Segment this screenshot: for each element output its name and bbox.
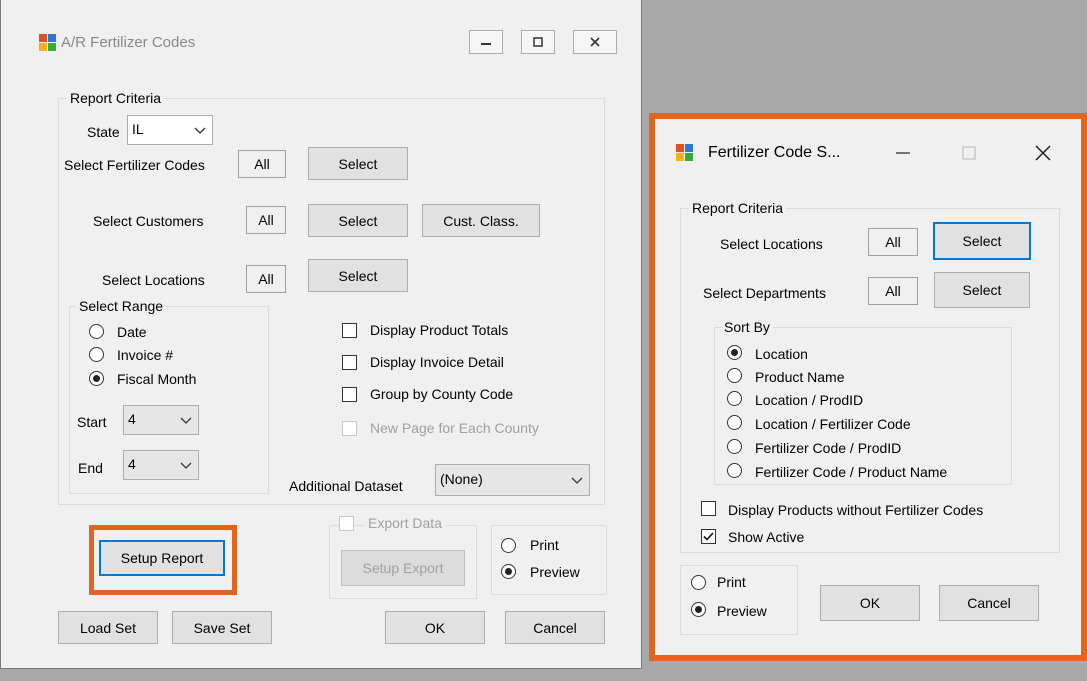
dialog-report-criteria-label: Report Criteria [689, 200, 787, 216]
dialog-locations-all-box: All [868, 228, 918, 256]
range-fiscal-month-radio[interactable] [89, 371, 104, 386]
sort-location-fert-code-label: Location / Fertilizer Code [755, 416, 911, 432]
sort-product-name-label: Product Name [755, 369, 845, 385]
minimize-button[interactable] [469, 30, 503, 54]
chevron-down-icon [180, 417, 192, 424]
app-icon [676, 144, 693, 161]
report-criteria-label: Report Criteria [67, 90, 165, 106]
main-ok-button[interactable]: OK [385, 611, 485, 644]
main-print-label: Print [530, 537, 559, 553]
fert-codes-all-box: All [238, 150, 286, 178]
sort-fert-code-prodid-label: Fertilizer Code / ProdID [755, 440, 902, 456]
fertilizer-code-dialog: Fertilizer Code S... Report Criteria Sel… [660, 122, 1076, 652]
locations-select-button[interactable]: Select [308, 259, 408, 292]
main-title: A/R Fertilizer Codes [61, 34, 196, 51]
state-label: State [87, 124, 120, 140]
dialog-ok-button[interactable]: OK [820, 585, 920, 621]
sort-product-name-radio[interactable] [727, 368, 742, 383]
maximize-icon [533, 37, 543, 47]
display-invoice-detail-label: Display Invoice Detail [370, 354, 504, 370]
dialog-locations-select-button[interactable]: Select [933, 222, 1031, 260]
sort-location-label: Location [755, 346, 808, 362]
checkmark-icon [703, 532, 714, 541]
sort-location-radio[interactable] [727, 345, 742, 360]
locations-all-box: All [246, 265, 286, 293]
main-preview-label: Preview [530, 564, 580, 580]
close-icon[interactable] [1034, 144, 1052, 162]
show-active-label: Show Active [728, 529, 805, 545]
dialog-select-locations-label: Select Locations [720, 236, 823, 252]
select-range-label: Select Range [76, 298, 167, 314]
select-locations-label: Select Locations [102, 272, 205, 288]
display-product-totals-checkbox[interactable] [342, 323, 357, 338]
fert-codes-select-button[interactable]: Select [308, 147, 408, 180]
sort-location-fert-code-radio[interactable] [727, 415, 742, 430]
close-icon [590, 37, 600, 47]
departments-select-button[interactable]: Select [934, 272, 1030, 308]
range-invoice-label: Invoice # [117, 347, 174, 363]
customers-select-button[interactable]: Select [308, 204, 408, 237]
main-title-bar[interactable]: A/R Fertilizer Codes [9, 22, 633, 58]
select-customers-label: Select Customers [93, 213, 204, 229]
main-preview-radio[interactable] [501, 564, 516, 579]
start-select[interactable]: 4 [123, 405, 199, 435]
main-window: A/R Fertilizer Codes Report Criteria Sta… [0, 0, 642, 669]
sort-fert-code-prodid-radio[interactable] [727, 439, 742, 454]
cust-class-button[interactable]: Cust. Class. [422, 204, 540, 237]
minimize-icon[interactable] [894, 144, 912, 162]
group-by-county-checkbox[interactable] [342, 387, 357, 402]
display-products-label: Display Products without Fertilizer Code… [728, 502, 984, 518]
range-date-label: Date [117, 324, 147, 340]
app-icon [39, 34, 56, 51]
dialog-preview-radio[interactable] [691, 602, 706, 617]
minimize-icon [481, 43, 491, 45]
additional-dataset-label: Additional Dataset [289, 478, 403, 494]
sort-location-prodid-label: Location / ProdID [755, 392, 864, 408]
end-select[interactable]: 4 [123, 450, 199, 480]
load-set-button[interactable]: Load Set [58, 611, 158, 644]
chevron-down-icon [571, 477, 583, 484]
customers-all-box: All [246, 206, 286, 234]
dialog-print-radio[interactable] [691, 575, 706, 590]
dialog-print-label: Print [717, 574, 746, 590]
new-page-county-label: New Page for Each County [370, 420, 539, 436]
show-active-checkbox[interactable] [701, 529, 716, 544]
new-page-county-checkbox[interactable] [342, 421, 357, 436]
export-data-checkbox[interactable] [339, 516, 354, 531]
departments-all-box: All [868, 277, 918, 305]
close-button[interactable] [573, 30, 617, 54]
display-products-checkbox[interactable] [701, 501, 716, 516]
sort-location-prodid-radio[interactable] [727, 391, 742, 406]
select-departments-label: Select Departments [703, 285, 826, 301]
main-print-radio[interactable] [501, 538, 516, 553]
setup-report-button[interactable]: Setup Report [99, 540, 225, 576]
chevron-down-icon [194, 127, 206, 134]
dialog-title: Fertilizer Code S... [708, 144, 841, 161]
group-by-county-label: Group by County Code [370, 386, 514, 402]
additional-dataset-select[interactable]: (None) [435, 464, 590, 496]
main-cancel-button[interactable]: Cancel [505, 611, 605, 644]
display-invoice-detail-checkbox[interactable] [342, 355, 357, 370]
setup-export-button[interactable]: Setup Export [341, 550, 465, 586]
sort-by-label: Sort By [721, 319, 773, 335]
sort-fert-code-product-name-label: Fertilizer Code / Product Name [755, 464, 948, 480]
display-product-totals-label: Display Product Totals [370, 322, 509, 338]
end-label: End [78, 460, 103, 476]
save-set-button[interactable]: Save Set [172, 611, 272, 644]
maximize-icon[interactable] [960, 144, 978, 162]
select-fert-codes-label: Select Fertilizer Codes [64, 157, 205, 173]
start-label: Start [77, 414, 107, 430]
dialog-preview-label: Preview [717, 603, 767, 619]
export-data-label: Export Data [365, 515, 445, 531]
chevron-down-icon [180, 462, 192, 469]
sort-fert-code-product-name-radio[interactable] [727, 463, 742, 478]
range-fiscal-month-label: Fiscal Month [117, 371, 197, 387]
output-group [491, 525, 607, 595]
range-invoice-radio[interactable] [89, 347, 104, 362]
range-date-radio[interactable] [89, 324, 104, 339]
state-select[interactable]: IL [127, 115, 213, 145]
maximize-button[interactable] [521, 30, 555, 54]
dialog-cancel-button[interactable]: Cancel [939, 585, 1039, 621]
